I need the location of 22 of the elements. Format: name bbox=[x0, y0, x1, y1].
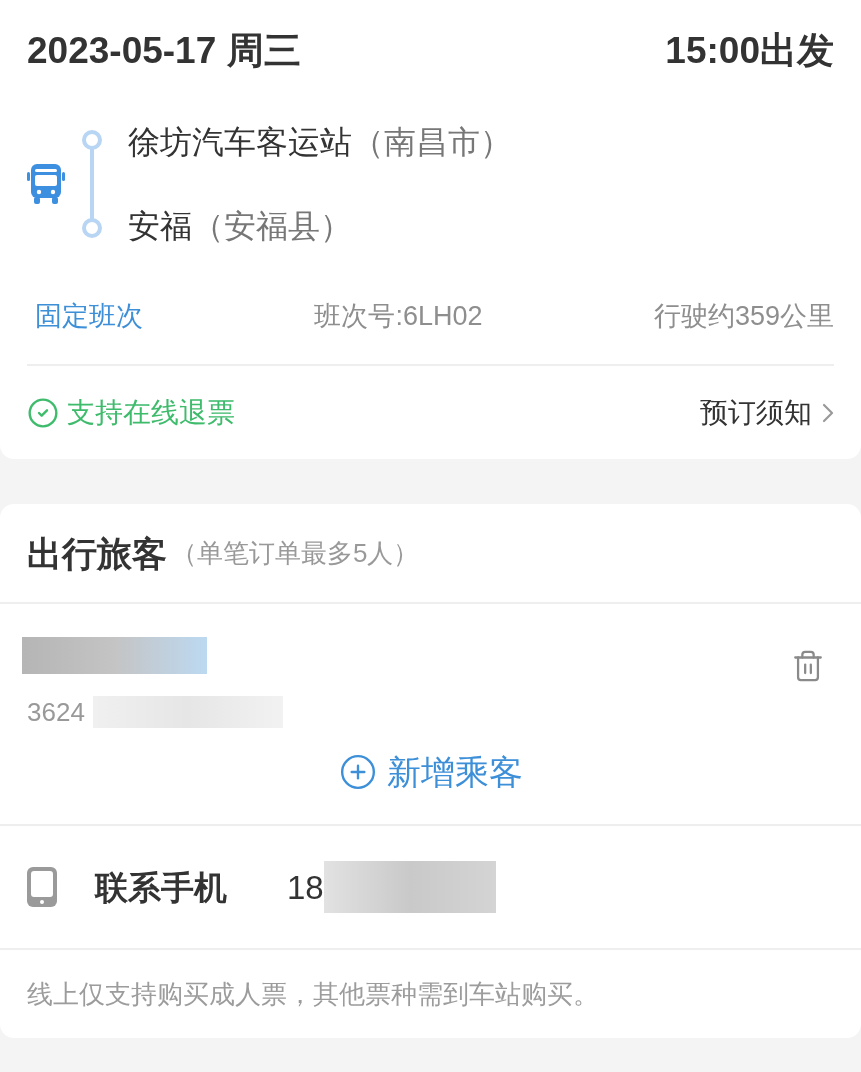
passenger-id-number: 3624 bbox=[27, 699, 85, 725]
contact-label: 联系手机 bbox=[95, 870, 227, 904]
schedule-number: 班次号:6LH02 bbox=[314, 302, 483, 330]
trip-distance: 行驶约359公里 bbox=[653, 302, 834, 330]
schedule-type: 固定班次 bbox=[35, 302, 143, 330]
passenger-limit: （单笔订单最多5人） bbox=[171, 540, 420, 566]
contact-phone: 18 bbox=[287, 870, 324, 904]
trash-icon[interactable] bbox=[791, 649, 825, 683]
bus-icon bbox=[27, 164, 65, 204]
refund-support: 支持在线退票 bbox=[67, 398, 235, 427]
plus-circle-icon bbox=[338, 753, 377, 791]
station-region: （安福县） bbox=[192, 210, 352, 242]
station-name: 安福 bbox=[128, 210, 192, 242]
booking-notice-link[interactable]: 预订须知 bbox=[700, 396, 844, 429]
phone-icon bbox=[27, 867, 57, 907]
trip-date: 2023-05-17 周三 bbox=[27, 31, 301, 69]
check-circle-icon bbox=[27, 396, 59, 429]
ticket-note: 线上仅支持购买成人票，其他票种需到车站购买。 bbox=[27, 981, 599, 1007]
station-region: （南昌市） bbox=[352, 126, 512, 158]
section-title: 出行旅客 bbox=[27, 535, 167, 571]
departure-time: 15:00出发 bbox=[665, 31, 834, 69]
station-name: 徐坊汽车客运站 bbox=[128, 126, 352, 158]
